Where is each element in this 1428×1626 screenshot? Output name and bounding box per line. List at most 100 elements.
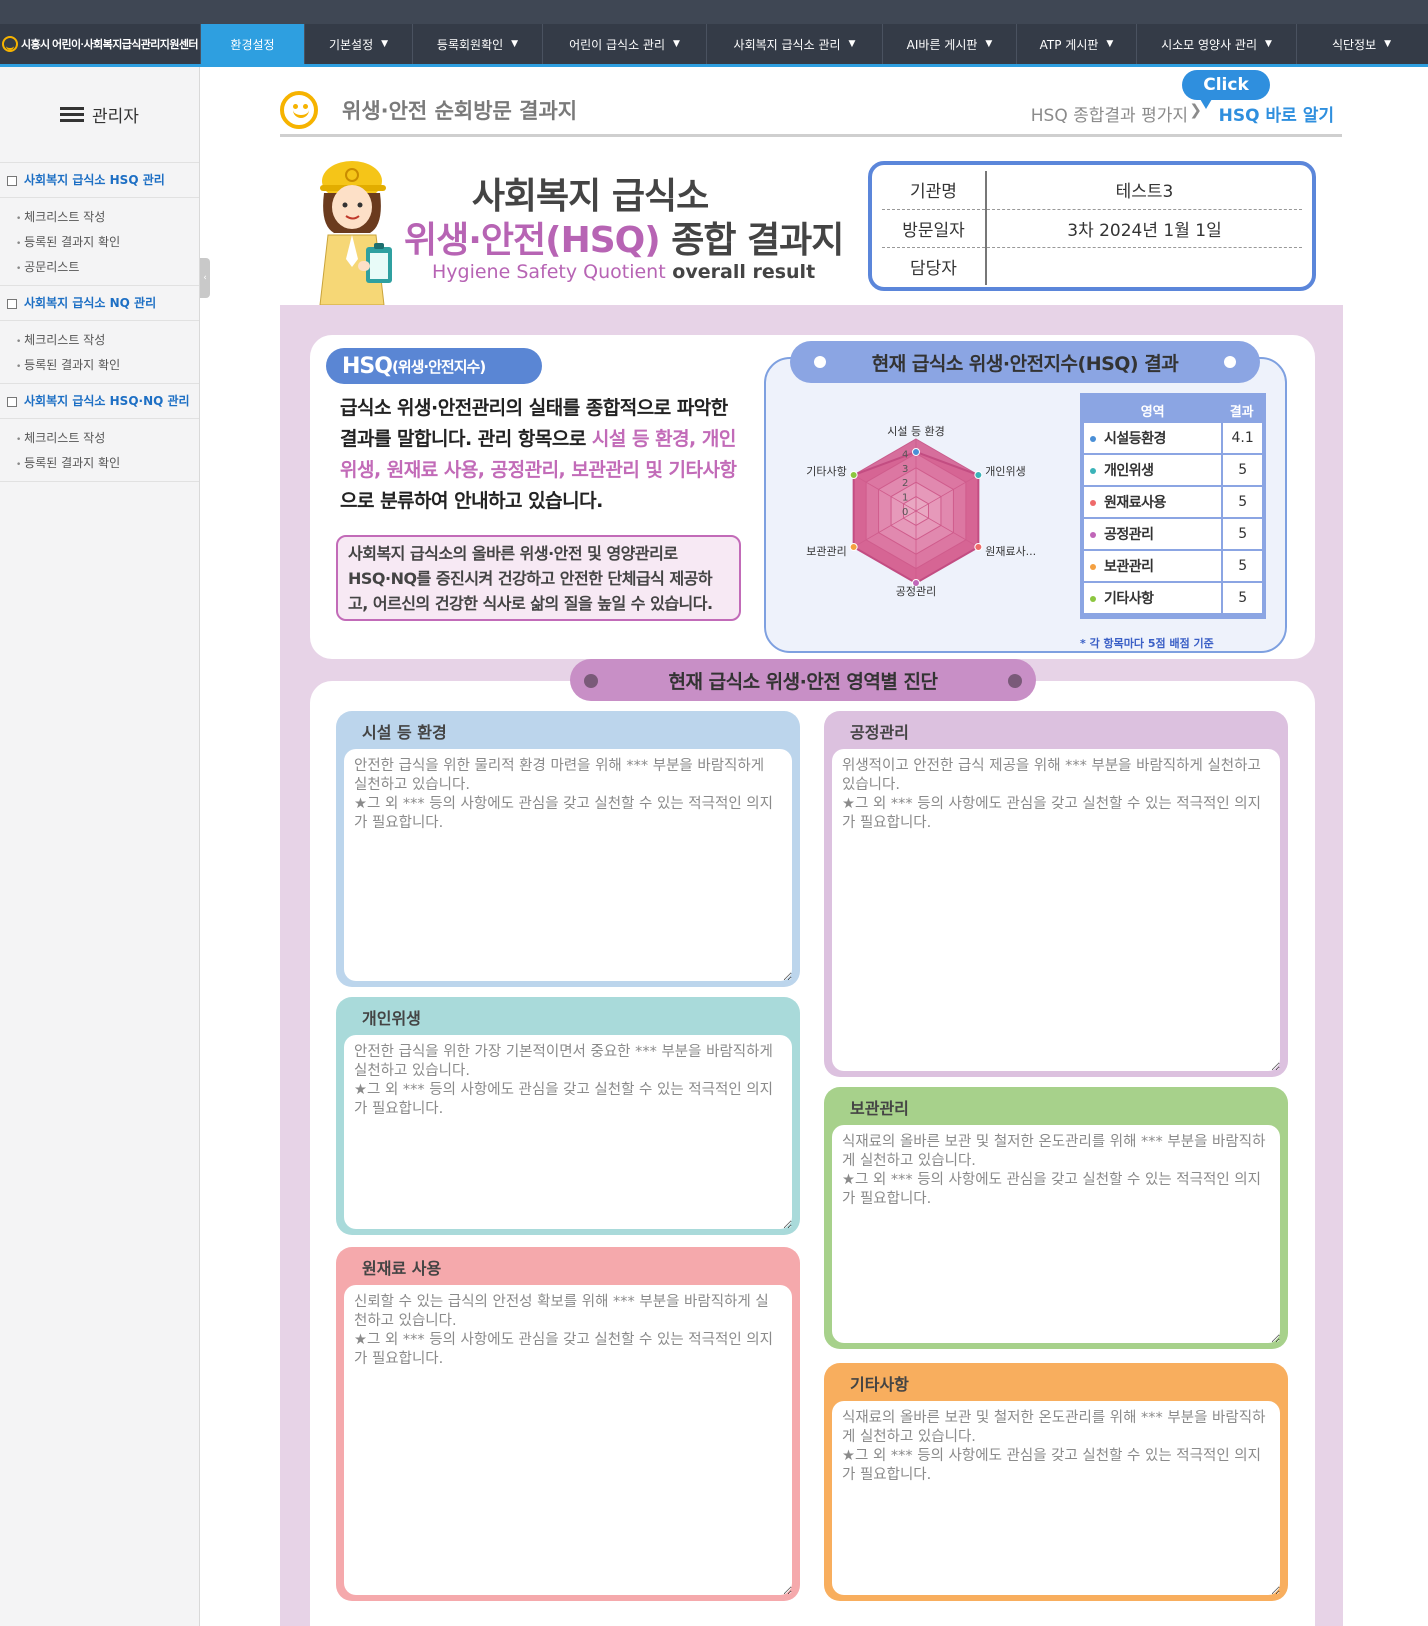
radar-category-label: 원재료사... — [985, 545, 1036, 558]
sidebar-group-nq[interactable]: 사회복지 급식소 NQ 관리 — [0, 286, 199, 321]
chevron-down-icon: ▼ — [985, 39, 993, 49]
chevron-down-icon: ▼ — [1106, 39, 1114, 49]
process-textarea[interactable]: 위생적이고 안전한 급식 제공을 위해 *** 부분을 바람직하게 실천하고 있… — [832, 749, 1280, 1071]
facility-info-box: 기관명 테스트3 방문일자 3차 2024년 1월 1일 담당자 — [868, 161, 1316, 291]
radar-point — [849, 471, 858, 479]
diagnosis-title: 현재 급식소 위생·안전 영역별 진단 — [570, 659, 1036, 701]
diagnosis-card: 현재 급식소 위생·안전 영역별 진단 시설 등 환경 안전한 급식을 위한 물… — [310, 659, 1315, 1626]
score-value: 5 — [1221, 519, 1262, 549]
sidebar-collapse-handle[interactable]: ‹ — [200, 258, 210, 298]
hero-title-line2: 위생·안전(HSQ) 종합 결과지 — [404, 220, 844, 261]
table-row: 방문일자 3차 2024년 1월 1일 — [882, 209, 1302, 248]
section-process: 공정관리 위생적이고 안전한 급식 제공을 위해 *** 부분을 바람직하게 실… — [824, 711, 1288, 1077]
top-nav: 시흥시 어린이·사회복지급식관리지원센터 환경설정 기본설정 ▼ 등록회원확인 ▼ … — [0, 24, 1428, 64]
section-raw-materials: 원재료 사용 신뢰할 수 있는 급식의 안전성 확보를 위해 *** 부분을 바… — [336, 1247, 800, 1601]
score-value: 5 — [1221, 551, 1262, 581]
radar-tick-label: 2 — [902, 478, 908, 489]
nav-item-settings[interactable]: 환경설정 — [200, 24, 304, 64]
table-row: 보관관리 5 — [1084, 551, 1262, 581]
hsq-info-link[interactable]: HSQ 바로 알기 — [1219, 101, 1334, 126]
raw-materials-textarea[interactable]: 신뢰할 수 있는 급식의 안전성 확보를 위해 *** 부분을 바람직하게 실천… — [344, 1285, 792, 1595]
table-row: 공정관리 5 — [1084, 519, 1262, 549]
nav-item-dietitian[interactable]: 시소모 영양사 관리 ▼ — [1136, 24, 1296, 64]
score-area: 시설등환경 — [1084, 423, 1222, 453]
score-note: * 각 항목마다 5점 배점 기준 — [1080, 637, 1214, 650]
score-value: 5 — [1221, 455, 1262, 485]
nav-item-members[interactable]: 등록회원확인 ▼ — [412, 24, 542, 64]
radar-tick-label: 3 — [902, 464, 908, 475]
table-row: 시설등환경 4.1 — [1084, 423, 1262, 453]
nav-item-basic[interactable]: 기본설정 ▼ — [304, 24, 412, 64]
result-sheet: HSQ (위생·안전지수) 급식소 위생·안전관리의 실태를 종합적으로 파악한 … — [280, 305, 1343, 1626]
hsq-summary-card: HSQ (위생·안전지수) 급식소 위생·안전관리의 실태를 종합적으로 파악한 … — [310, 335, 1315, 659]
site-logo[interactable]: 시흥시 어린이·사회복지급식관리지원센터 — [0, 24, 200, 64]
legend-dot-icon — [1090, 596, 1096, 602]
click-bubble[interactable]: Click — [1182, 70, 1270, 109]
score-area: 보관관리 — [1084, 551, 1222, 581]
etc-textarea[interactable]: 식재료의 올바른 보관 및 철저한 온도관리를 위해 *** 부분을 바람직하게… — [832, 1401, 1280, 1595]
nav-item-child-kitchen[interactable]: 어린이 급식소 관리 ▼ — [542, 24, 706, 64]
score-area: 원재료사용 — [1084, 487, 1222, 517]
radar-category-label: 보관관리 — [806, 545, 846, 558]
table-row: 기관명 테스트3 — [882, 171, 1302, 210]
legend-dot-icon — [1090, 564, 1096, 570]
environment-textarea[interactable]: 안전한 급식을 위한 물리적 환경 마련을 위해 *** 부분을 바람직하게 실… — [344, 749, 792, 981]
sidebar-group-hsq-nq-items: 체크리스트 작성 등록된 결과지 확인 — [0, 419, 199, 482]
nav-underline — [0, 64, 1428, 67]
legend-dot-icon — [1090, 500, 1096, 506]
nav-item-ai-board[interactable]: AI바른 게시판 ▼ — [882, 24, 1016, 64]
chevron-down-icon: ▼ — [1265, 39, 1272, 49]
radar-point — [849, 543, 858, 551]
nav-item-welfare-kitchen[interactable]: 사회복지 급식소 관리 ▼ — [706, 24, 882, 64]
sidebar-item-checklist[interactable]: 체크리스트 작성 — [0, 206, 199, 231]
score-area: 개인위생 — [1084, 455, 1222, 485]
storage-textarea[interactable]: 식재료의 올바른 보관 및 철저한 온도관리를 위해 *** 부분을 바람직하게… — [832, 1125, 1280, 1343]
page-header: 위생·안전 순회방문 결과지 HSQ 종합결과 평가지 ❯ HSQ 바로 알기 — [280, 91, 1342, 137]
sidebar-item-documents[interactable]: 공문리스트 — [0, 256, 199, 281]
legend-dot-icon — [1090, 436, 1096, 442]
score-area: 공정관리 — [1084, 519, 1222, 549]
personal-hygiene-textarea[interactable]: 안전한 급식을 위한 가장 기본적이면서 중요한 *** 부분을 바람직하게 실… — [344, 1035, 792, 1229]
radar-point — [974, 543, 983, 551]
nav-item-atp-board[interactable]: ATP 게시판 ▼ — [1016, 24, 1136, 64]
hsq-result-title: 현재 급식소 위생·안전지수(HSQ) 결과 — [790, 341, 1260, 383]
chevron-down-icon: ▼ — [1384, 39, 1392, 49]
nav-item-menu-info[interactable]: 식단정보 ▼ — [1296, 24, 1426, 64]
table-row: 원재료사용 5 — [1084, 487, 1262, 517]
sidebar-item-results[interactable]: 등록된 결과지 확인 — [0, 354, 199, 379]
sidebar-item-results[interactable]: 등록된 결과지 확인 — [0, 452, 199, 477]
section-personal-hygiene: 개인위생 안전한 급식을 위한 가장 기본적이면서 중요한 *** 부분을 바람… — [336, 997, 800, 1235]
section-storage: 보관관리 식재료의 올바른 보관 및 철저한 온도관리를 위해 *** 부분을 … — [824, 1087, 1288, 1349]
radar-tick-label: 1 — [902, 493, 908, 504]
radar-point — [912, 447, 920, 456]
table-row: 담당자 — [882, 247, 1302, 285]
sidebar-group-hsq[interactable]: 사회복지 급식소 HSQ 관리 — [0, 163, 199, 198]
radar-chart: 0 1 2 3 4 시설 등 환경개인위생원재료사... 공정관리 보관관리 기타사항 — [806, 425, 1036, 598]
radar-tick-label: 4 — [902, 449, 908, 460]
sidebar-header: 관리자 — [0, 67, 199, 163]
facility-name-value: 테스트3 — [986, 171, 1302, 210]
table-row: 개인위생 5 — [1084, 455, 1262, 485]
radar-category-label: 기타사항 — [806, 465, 846, 478]
sidebar: 관리자 사회복지 급식소 HSQ 관리 체크리스트 작성 등록된 결과지 확인 … — [0, 67, 200, 1626]
hsq-pill: HSQ (위생·안전지수) — [326, 348, 542, 384]
score-area: 기타사항 — [1084, 583, 1222, 613]
section-environment: 시설 등 환경 안전한 급식을 위한 물리적 환경 마련을 위해 *** 부분을… — [336, 711, 800, 987]
sidebar-item-results[interactable]: 등록된 결과지 확인 — [0, 231, 199, 256]
sidebar-title: 관리자 — [92, 107, 139, 127]
sidebar-item-checklist[interactable]: 체크리스트 작성 — [0, 427, 199, 452]
sidebar-group-hsq-nq[interactable]: 사회복지 급식소 HSQ·NQ 관리 — [0, 384, 199, 419]
legend-dot-icon — [1090, 468, 1096, 474]
chevron-down-icon: ▼ — [848, 39, 856, 49]
table-row: 기타사항 5 — [1084, 583, 1262, 613]
site-logo-text: 시흥시 어린이·사회복지급식관리지원센터 — [21, 39, 198, 51]
page-title: 위생·안전 순회방문 결과지 — [342, 99, 578, 123]
radar-tick-label: 0 — [902, 507, 908, 518]
score-table: 영역 결과 시설등환경 4.1 개인위생 5 원재료사용 5 공정관리 5 보관관리 5 기타사항 5 — [1080, 393, 1266, 619]
radar-category-label: 개인위생 — [985, 465, 1025, 478]
hsq-description: 급식소 위생·안전관리의 실태를 종합적으로 파악한 결과를 말합니다. 관리 … — [340, 397, 737, 512]
sidebar-group-hsq-items: 체크리스트 작성 등록된 결과지 확인 공문리스트 — [0, 198, 199, 286]
sidebar-item-checklist[interactable]: 체크리스트 작성 — [0, 329, 199, 354]
smile-logo-icon — [2, 36, 18, 52]
hero-subtitle: Hygiene Safety Quotient overall result — [432, 261, 816, 283]
